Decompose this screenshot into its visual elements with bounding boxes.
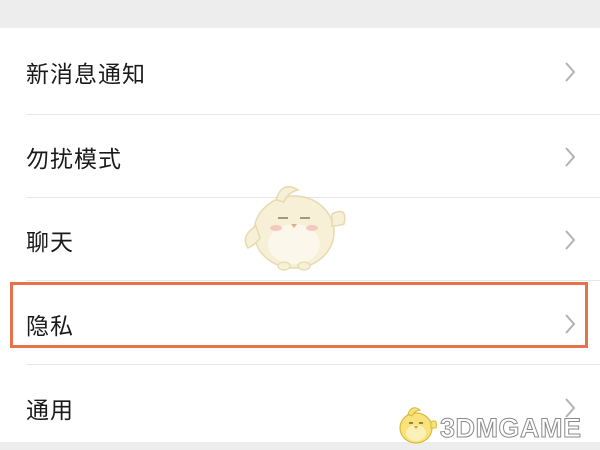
chevron-right-icon [565,230,576,250]
row-divider [26,364,600,365]
row-divider [26,280,600,281]
mascot-logo-icon [399,407,437,444]
settings-item-label: 隐私 [26,314,74,340]
watermark-text: 3DMGAME [440,413,582,444]
settings-item-label: 通用 [26,398,74,424]
mascot-watermark-icon [244,185,346,271]
settings-item-label: 勿扰模式 [26,147,122,173]
settings-item-new-message-notification[interactable]: 新消息通知 [0,30,600,114]
settings-item-label: 聊天 [26,230,74,256]
chevron-right-icon [565,62,576,82]
chevron-right-icon [565,314,576,334]
settings-item-label: 新消息通知 [26,62,146,88]
top-gray-band [0,0,600,28]
chevron-right-icon [565,147,576,167]
watermark-logo: 3DMGAME [394,400,590,446]
settings-item-privacy[interactable]: 隐私 [0,282,600,366]
